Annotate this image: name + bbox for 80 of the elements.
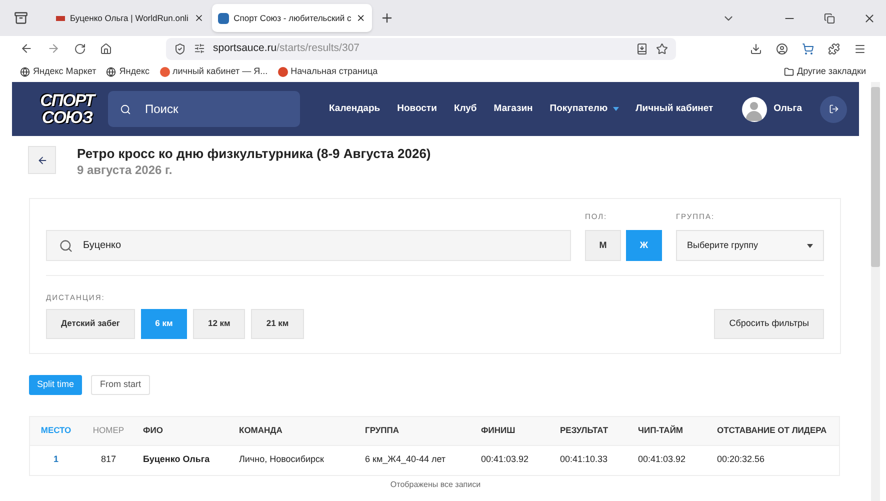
cart-icon[interactable]	[802, 42, 814, 54]
table-cell-text: 1	[52, 453, 60, 466]
table-cell-text: 6 км_Ж4_40-44 лет	[364, 453, 447, 466]
nav-link[interactable]: Клуб	[454, 102, 477, 116]
close-icon[interactable]	[356, 13, 366, 23]
shield-icon	[174, 42, 186, 54]
restore-icon[interactable]	[824, 12, 835, 24]
close-icon[interactable]	[194, 13, 204, 23]
table-cell-text: Буценко Ольга	[142, 453, 211, 466]
column-header[interactable]: ГРУППА	[357, 424, 473, 437]
table-cell-text: 00:20:32.56	[716, 453, 766, 466]
download-icon[interactable]	[750, 42, 762, 54]
table-cell-text: Лично, Новосибирск	[238, 453, 325, 466]
caret-icon	[807, 244, 813, 248]
distance-button[interactable]: 21 км	[251, 308, 304, 338]
globe-icon	[106, 66, 116, 76]
records-note: Отображены все записи	[390, 478, 481, 490]
nav-link[interactable]: Покупателю	[550, 102, 619, 116]
save-page-icon[interactable]	[636, 42, 648, 54]
event-title: Ретро кросс ко дню физкультурника (8-9 Августа 2026)	[77, 146, 431, 162]
event-date: 9 августа 2026 г.	[77, 162, 174, 178]
close-window-icon[interactable]	[863, 12, 876, 24]
column-header[interactable]: КОМАНДА	[231, 424, 357, 437]
reset-filters-button[interactable]: Сбросить фильтры	[714, 308, 824, 338]
search-icon	[120, 104, 131, 114]
extensions-icon[interactable]	[828, 42, 840, 54]
globe-icon	[20, 66, 30, 76]
time-mode-button[interactable]: From start	[91, 374, 150, 394]
bookmark-link[interactable]: Яндекс	[106, 64, 150, 78]
column-header[interactable]: РЕЗУЛЬТАТ	[552, 424, 630, 437]
home-icon[interactable]	[100, 42, 112, 54]
browser-tab[interactable]: Буценко Ольга | WorldRun.onli	[50, 4, 210, 32]
logout-button[interactable]	[820, 96, 847, 122]
nav-link[interactable]: Магазин	[494, 102, 533, 116]
permissions-icon	[194, 43, 205, 54]
distance-button[interactable]: 12 км	[192, 308, 246, 338]
folder-icon	[784, 66, 794, 76]
table-cell-text: 00:41:03.92	[480, 453, 530, 466]
other-bookmarks[interactable]: Другие закладки	[784, 64, 866, 78]
nav-link[interactable]: Личный кабинет	[636, 102, 714, 116]
column-header[interactable]: ЧИП-ТАЙМ	[630, 424, 709, 437]
distance-button[interactable]: Детский забег	[46, 308, 135, 338]
table-cell-text: 00:41:10.33	[559, 453, 609, 466]
site-logo[interactable]: СПОРТ СОЮЗ	[38, 88, 96, 130]
back-icon[interactable]	[20, 42, 33, 55]
reload-icon[interactable]	[74, 42, 86, 54]
address-bar[interactable]: sportsauce.ru/starts/results/307	[166, 38, 676, 60]
nav-link[interactable]: Календарь	[329, 102, 380, 116]
nav-link[interactable]: Новости	[397, 102, 437, 116]
scrollbar[interactable]	[871, 82, 880, 501]
tab-title: Буценко Ольга | WorldRun.onli	[70, 12, 189, 24]
column-header[interactable]: ФИНИШ	[473, 424, 552, 437]
search-icon	[59, 238, 73, 253]
logout-icon	[828, 104, 838, 114]
menu-icon[interactable]	[854, 42, 866, 54]
table-cell-text: 817	[100, 453, 118, 466]
bookmark-star-icon[interactable]	[656, 42, 668, 54]
favicon-icon	[56, 16, 65, 20]
tab-title: Спорт Союз - любительский с	[234, 12, 352, 24]
url-text: sportsauce.ru/starts/results/307	[213, 40, 360, 56]
search-input[interactable]: Буценко	[46, 230, 571, 262]
back-arrow-icon	[36, 154, 48, 166]
avatar[interactable]	[742, 96, 767, 122]
table-cell-text: 00:41:03.92	[637, 453, 687, 466]
forward-icon[interactable]	[47, 42, 60, 55]
new-tab-icon[interactable]	[380, 11, 394, 25]
gender-button[interactable]: М	[585, 230, 621, 262]
column-header[interactable]: ОТСТАВАНИЕ ОТ ЛИДЕРА	[709, 424, 839, 437]
caret-icon	[612, 107, 619, 111]
user-name[interactable]: Ольга	[774, 102, 802, 116]
bookmark-link[interactable]: Начальная страница	[278, 64, 378, 78]
bookmark-link[interactable]: личный кабинет — Я...	[160, 64, 268, 78]
search-field[interactable]: Поиск	[108, 91, 300, 127]
bookmark-link[interactable]: Яндекс Маркет	[20, 64, 96, 78]
favicon-icon	[218, 12, 229, 24]
column-header[interactable]: ФИО	[135, 424, 231, 437]
browser-tab[interactable]: Спорт Союз - любительский с	[212, 4, 372, 32]
tab-list-icon[interactable]	[14, 11, 28, 25]
account-icon[interactable]	[776, 42, 788, 54]
group-select[interactable]: Выберите группу	[676, 230, 824, 262]
